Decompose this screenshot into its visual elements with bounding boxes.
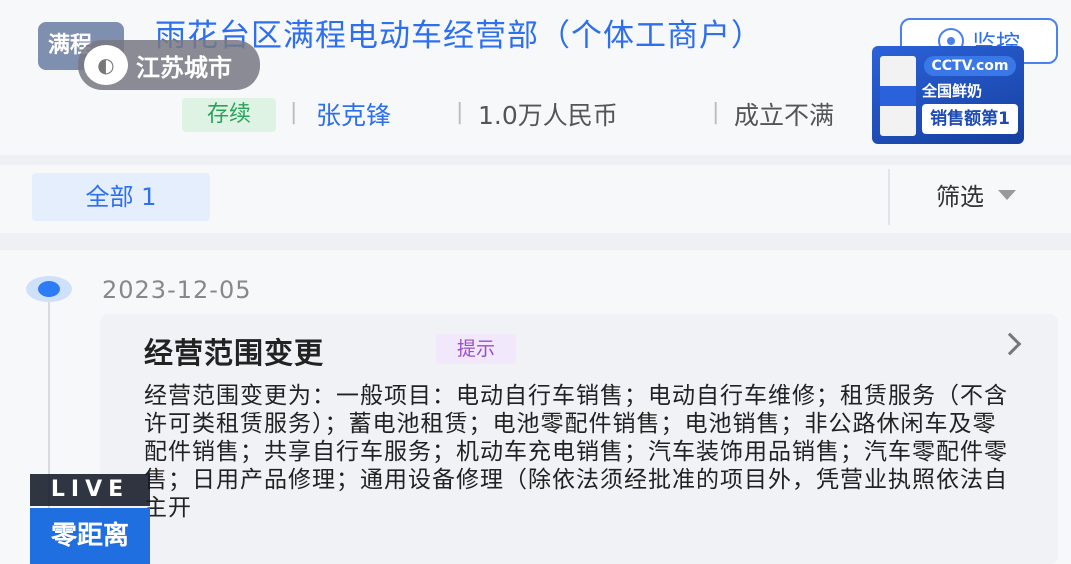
hint-tag: 提示 [436,334,516,364]
filter-bar: 全部 1 筛选 [0,165,1071,233]
chevron-right-icon[interactable] [998,332,1022,356]
meta-separator: | [290,100,298,125]
event-card[interactable]: 经营范围变更 提示 经营范围变更为：一般项目：电动自行车销售；电动自行车维修；租… [100,314,1058,564]
live-bug: LIVE 零距离 [30,474,150,564]
event-date: 2023-12-05 [102,276,252,304]
ad-overlay: CCTV.com 全国鲜奶 销售额第1 [872,46,1024,144]
milk-carton-image [880,56,916,136]
meta-separator: | [456,100,464,125]
live-label: LIVE [30,474,150,506]
program-logo: 零距离 [30,508,150,564]
ad-line-2: 销售额第1 [922,104,1018,134]
filter-button[interactable]: 筛选 [936,177,1016,212]
event-body: 经营范围变更为：一般项目：电动自行车销售；电动自行车维修；租赁服务（不含许可类租… [144,383,1008,521]
timeline-section: 2023-12-05 经营范围变更 提示 经营范围变更为：一般项目：电动自行车销… [0,250,1071,564]
tab-all[interactable]: 全部 1 [32,173,210,221]
company-name[interactable]: 雨花台区满程电动车经营部（个体工商户） [155,18,875,55]
station-watermark: ◐ 江苏城市 [78,40,260,90]
station-name: 江苏城市 [136,53,232,82]
ad-cctv-logo: CCTV.com [924,56,1016,76]
legal-representative[interactable]: 张克锋 [316,96,391,132]
timeline-dot-icon [26,276,72,302]
divider [888,169,890,225]
station-logo-icon: ◐ [84,45,128,85]
ad-line-1: 全国鲜奶 [922,82,983,100]
meta-separator: | [712,100,720,125]
dropdown-triangle-icon [998,189,1016,200]
founded-info: 成立不满 [734,101,835,130]
registered-capital: 1.0万人民币 [478,101,618,130]
status-badge: 存续 [182,98,276,132]
filter-label: 筛选 [936,183,984,211]
event-title: 经营范围变更 [144,336,325,370]
